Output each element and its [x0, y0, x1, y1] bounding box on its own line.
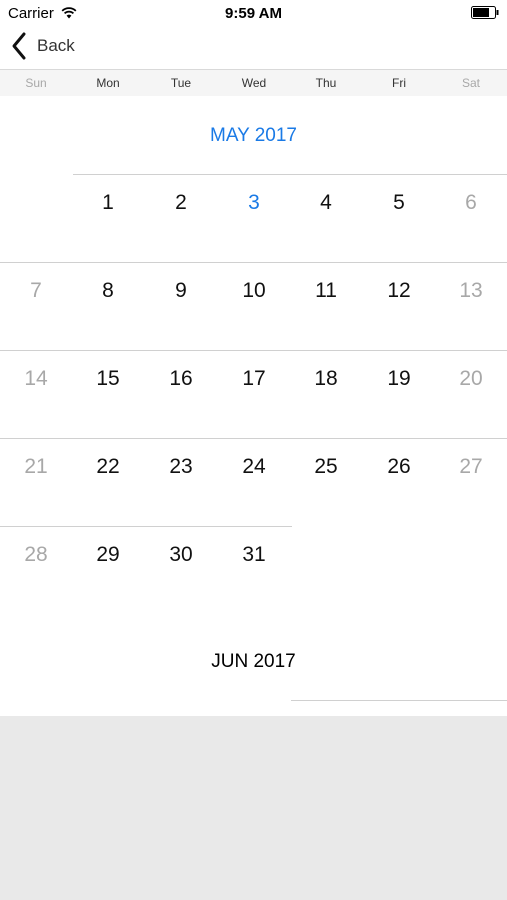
calendar-screen: Carrier 9:59 AM Back Sun Mon Tue Wed Thu Fri S… [0, 0, 507, 716]
day-cell[interactable]: 27 [435, 455, 507, 479]
status-bar: Carrier 9:59 AM [0, 0, 507, 26]
day-cell[interactable]: 31 [218, 543, 290, 567]
month-title: MAY 2017 [210, 125, 297, 146]
battery-icon [471, 6, 499, 19]
week-divider [0, 438, 507, 439]
weekday-sun: Sun [25, 76, 47, 90]
day-cell[interactable]: 20 [435, 367, 507, 391]
day-cell[interactable]: 21 [0, 455, 72, 479]
weekday-wed: Wed [241, 76, 267, 90]
day-cell[interactable]: 18 [290, 367, 362, 391]
day-cell[interactable]: 4 [290, 191, 362, 215]
weekday-mon: Mon [96, 76, 120, 90]
day-cell[interactable]: 1 [72, 191, 144, 215]
weekday-thu: Thu [315, 76, 337, 90]
day-cell[interactable]: 11 [290, 279, 362, 303]
day-cell[interactable]: 24 [218, 455, 290, 479]
day-cell[interactable]: 22 [72, 455, 144, 479]
week-divider [291, 700, 507, 701]
weekday-tue: Tue [170, 76, 192, 90]
day-cell[interactable]: 15 [72, 367, 144, 391]
day-cell[interactable]: 8 [72, 279, 144, 303]
back-label: Back [37, 36, 75, 55]
weekday-sat: Sat [461, 76, 480, 90]
back-button[interactable]: Back [10, 29, 75, 63]
week-divider [0, 262, 507, 263]
day-cell[interactable]: 25 [290, 455, 362, 479]
day-cell[interactable]: 12 [363, 279, 435, 303]
month-title: JUN 2017 [211, 651, 296, 672]
day-cell[interactable]: 13 [435, 279, 507, 303]
day-cell[interactable]: 17 [218, 367, 290, 391]
chevron-left-icon [12, 32, 26, 60]
day-cell[interactable]: 3 [218, 191, 290, 215]
day-cell[interactable]: 30 [145, 543, 217, 567]
day-cell[interactable]: 19 [363, 367, 435, 391]
week-divider [73, 174, 507, 175]
day-cell[interactable]: 7 [0, 279, 72, 303]
day-cell[interactable]: 9 [145, 279, 217, 303]
day-cell[interactable]: 26 [363, 455, 435, 479]
week-divider [0, 526, 292, 527]
navigation-bar: Back [0, 26, 507, 69]
week-divider [0, 350, 507, 351]
day-cell[interactable]: 29 [72, 543, 144, 567]
day-cell[interactable]: 5 [363, 191, 435, 215]
day-cell[interactable]: 2 [145, 191, 217, 215]
status-time: 9:59 AM [225, 5, 282, 22]
day-cell[interactable]: 10 [218, 279, 290, 303]
day-cell[interactable]: 14 [0, 367, 72, 391]
weekday-header: Sun Mon Tue Wed Thu Fri Sat [0, 69, 507, 96]
weekday-fri: Fri [392, 76, 406, 90]
day-cell[interactable]: 23 [145, 455, 217, 479]
day-cell[interactable]: 6 [435, 191, 507, 215]
day-cell[interactable]: 28 [0, 543, 72, 567]
day-cell[interactable]: 16 [145, 367, 217, 391]
